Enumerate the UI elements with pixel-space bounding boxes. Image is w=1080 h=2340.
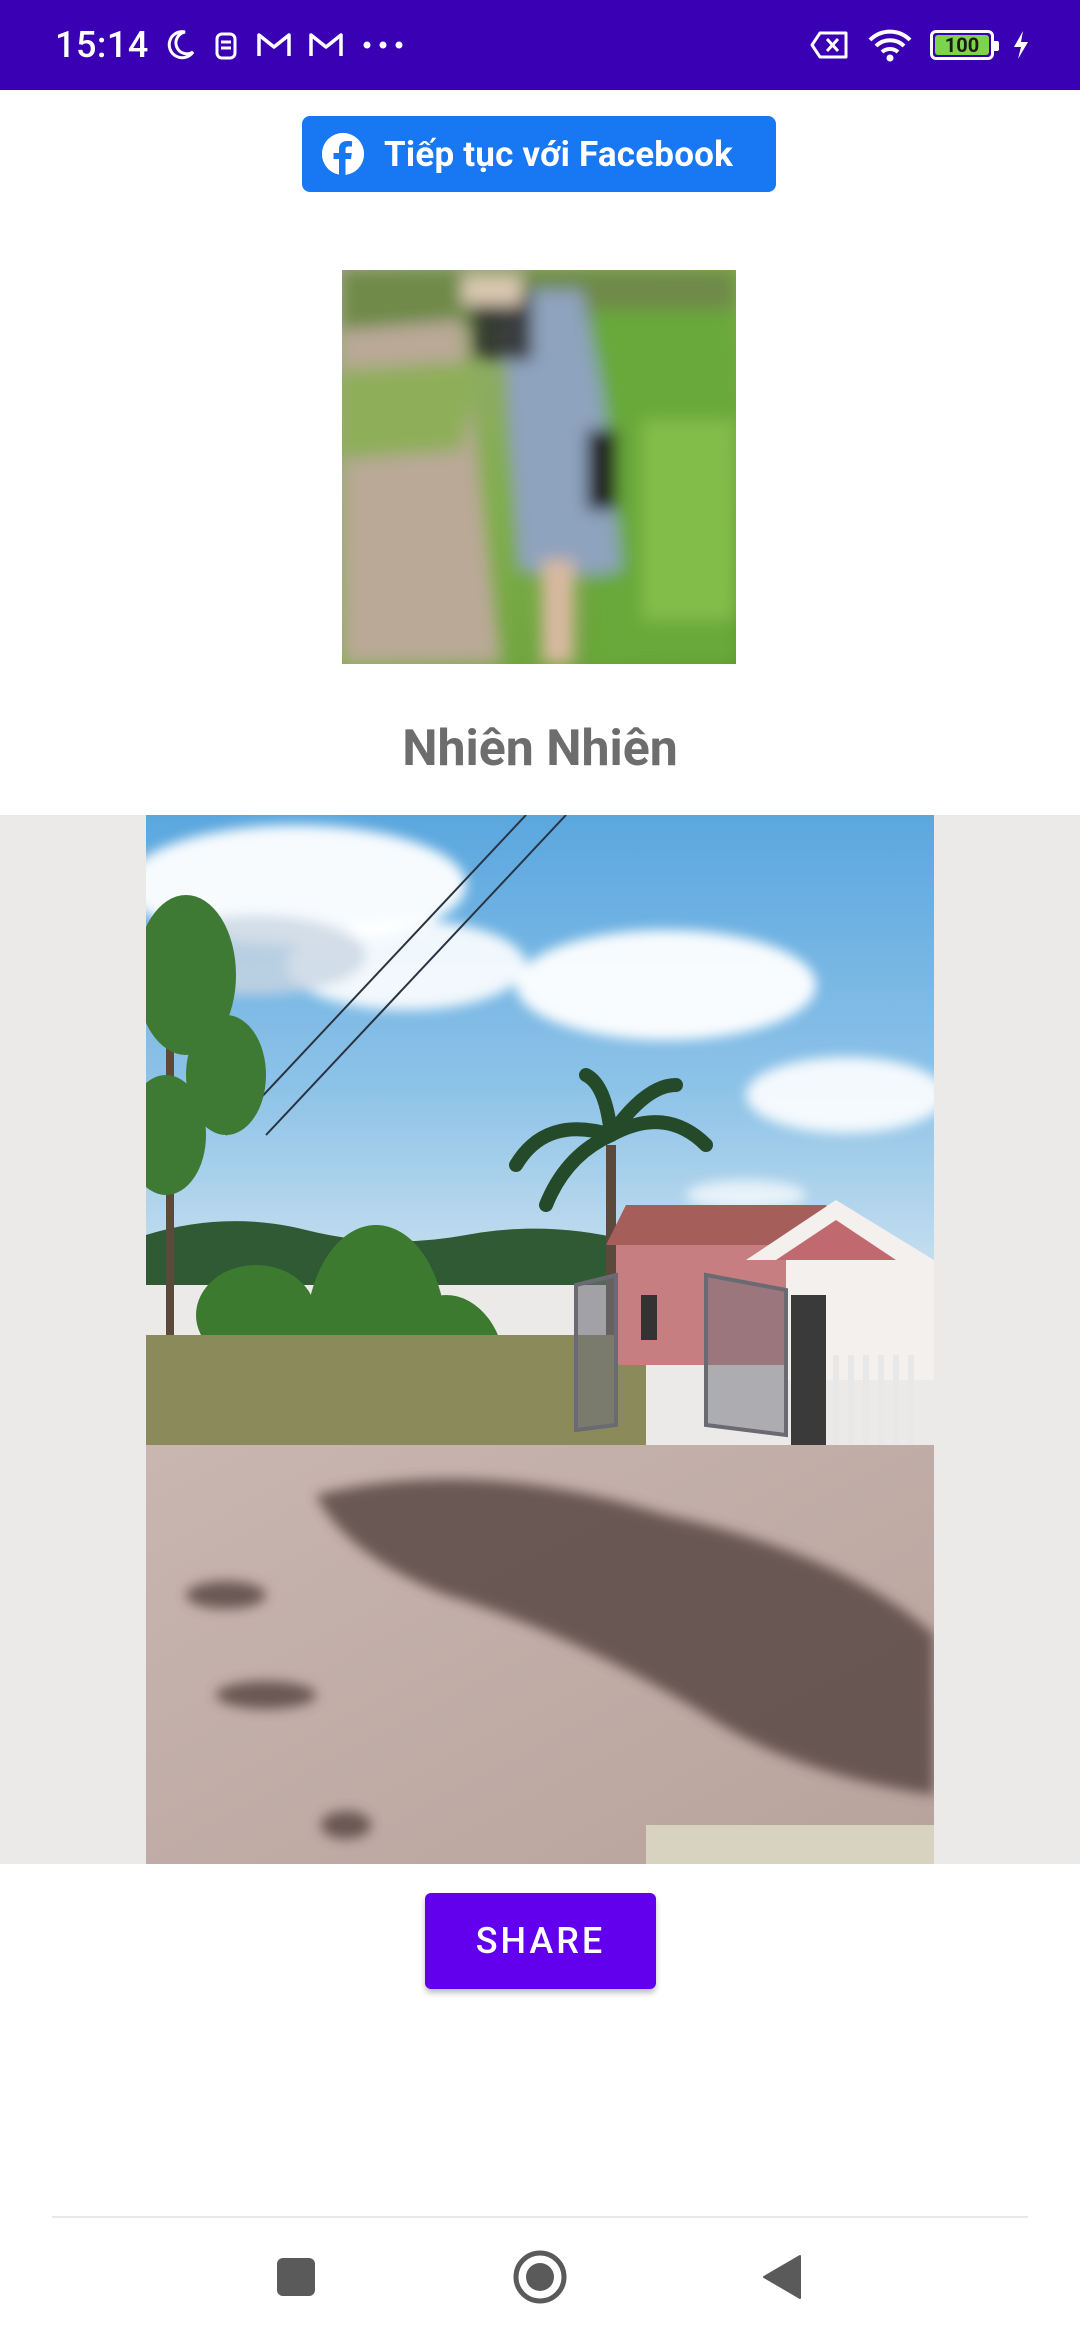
back-triangle-icon: [762, 2254, 802, 2304]
facebook-icon: [322, 133, 364, 175]
moon-icon: [163, 28, 197, 62]
home-circle-icon: [512, 2249, 568, 2309]
status-bar: 15:14 100: [0, 0, 1080, 90]
recents-button[interactable]: [236, 2218, 356, 2340]
status-time: 15:14: [55, 24, 149, 66]
back-button[interactable]: [722, 2218, 842, 2340]
facebook-button-label: Tiếp tục với Facebook: [384, 133, 734, 175]
more-dots-icon: [359, 35, 409, 55]
charging-icon: [1012, 30, 1030, 60]
gmail-icon: [255, 30, 293, 60]
continue-with-facebook-button[interactable]: Tiếp tục với Facebook: [302, 116, 776, 192]
status-left: 15:14: [55, 0, 409, 90]
photo-panel: [0, 815, 1080, 1864]
profile-name: Nhiên Nhiên: [402, 720, 678, 778]
navigation-bar: [0, 2218, 1080, 2340]
wifi-icon: [868, 28, 912, 62]
gmail-icon: [307, 30, 345, 60]
share-button[interactable]: SHARE: [425, 1893, 656, 1989]
profile-avatar: [342, 270, 736, 664]
battery-icon: 100: [930, 30, 999, 60]
bag-icon: [211, 28, 241, 62]
recents-square-icon: [276, 2257, 316, 2301]
share-button-label: SHARE: [475, 1920, 606, 1962]
status-right: 100: [810, 0, 1030, 90]
shared-photo: [146, 815, 934, 1864]
sim-off-icon: [810, 30, 850, 60]
home-button[interactable]: [480, 2218, 600, 2340]
battery-level: 100: [944, 33, 980, 57]
